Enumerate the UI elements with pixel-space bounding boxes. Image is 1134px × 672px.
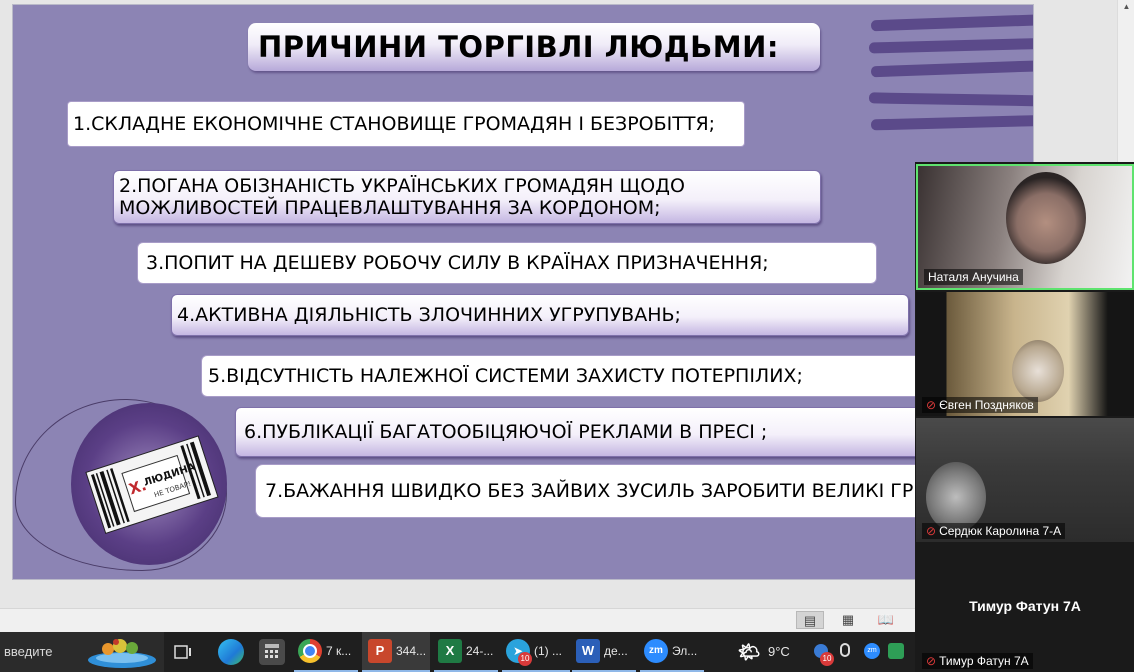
participant-name: ⊘ Євген Поздняков xyxy=(922,397,1038,413)
app-label: Эл... xyxy=(672,644,698,658)
video-tile[interactable]: Наталя Анучина xyxy=(916,164,1134,290)
slide-sorter-icon[interactable]: ▦ xyxy=(834,611,862,629)
reading-view-icon[interactable]: 📖 xyxy=(872,611,900,629)
search-highlight-icon xyxy=(88,639,156,668)
cause-text: 4.АКТИВНА ДІЯЛЬНІСТЬ ЗЛОЧИННИХ УГРУПУВАН… xyxy=(177,304,681,326)
cause-text-line2: МОЖЛИВОСТЕЙ ПРАЦЕВЛАШТУВАННЯ ЗА КОРДОНОМ… xyxy=(119,197,661,219)
cause-item-3: 3.ПОПИТ НА ДЕШЕВУ РОБОЧУ СИЛУ В КРАЇНАХ … xyxy=(137,242,877,284)
cause-text: 6.ПУБЛІКАЦІЇ БАГАТООБІЦЯЮЧОЇ РЕКЛАМИ В П… xyxy=(244,421,768,443)
notification-badge: 10 xyxy=(518,652,532,666)
microphone-icon[interactable] xyxy=(840,643,850,657)
barcode-logo-icon: Х. ЛЮДИНА НЕ ТОВАР! xyxy=(85,435,219,534)
cause-item-5: 5.ВІДСУТНІСТЬ НАЛЕЖНОЇ СИСТЕМИ ЗАХИСТУ П… xyxy=(201,355,941,397)
cause-text-line1: 2.ПОГАНА ОБІЗНАНІСТЬ УКРАЇНСЬКИХ ГРОМАДЯ… xyxy=(119,175,685,197)
excel-icon: X xyxy=(438,639,462,663)
scroll-up-icon[interactable]: ▲ xyxy=(1118,0,1134,14)
cause-text: 7.БАЖАННЯ ШВИДКО БЕЗ ЗАЙВИХ ЗУСИЛЬ ЗАРОБ… xyxy=(265,480,914,502)
decor-stripe xyxy=(868,37,1033,54)
cause-text: 1.СКЛАДНЕ ЕКОНОМІЧНЕ СТАНОВИЩЕ ГРОМАДЯН … xyxy=(73,113,716,135)
taskbar-app-excel[interactable]: X 24-... xyxy=(434,632,498,672)
video-tile[interactable]: ⊘ Сердюк Каролина 7-А xyxy=(916,418,1134,542)
word-icon: W xyxy=(576,639,600,663)
slide-title: ПРИЧИНИ ТОРГІВЛІ ЛЮДЬМИ: xyxy=(258,30,779,64)
muted-mic-icon: ⊘ xyxy=(926,654,937,668)
tray-badge: 10 xyxy=(820,652,834,666)
cause-item-1: 1.СКЛАДНЕ ЕКОНОМІЧНЕ СТАНОВИЩЕ ГРОМАДЯН … xyxy=(67,101,745,147)
participant-name: ⊘ Сердюк Каролина 7-А xyxy=(922,523,1066,539)
chrome-icon xyxy=(298,639,322,663)
task-view-icon[interactable] xyxy=(170,639,196,665)
cause-item-4: 4.АКТИВНА ДІЯЛЬНІСТЬ ЗЛОЧИННИХ УГРУПУВАН… xyxy=(171,294,909,336)
app-label: де... xyxy=(604,644,628,658)
participant-video xyxy=(926,462,986,532)
cause-item-7: 7.БАЖАННЯ ШВИДКО БЕЗ ЗАЙВИХ ЗУСИЛЬ ЗАРОБ… xyxy=(255,464,975,518)
decor-stripe xyxy=(870,114,1033,131)
edge-icon[interactable] xyxy=(218,639,244,665)
app-label: 24-... xyxy=(466,644,494,658)
status-bar xyxy=(0,608,916,633)
taskbar-app-powerpoint[interactable]: P 344... xyxy=(362,632,430,672)
app-label: 7 к... xyxy=(326,644,352,658)
taskbar-app-zoom[interactable]: zm Эл... xyxy=(640,632,704,672)
video-tile[interactable]: Тимур Фатун 7А ⊘ Тимур Фатун 7А xyxy=(916,544,1134,672)
zoom-icon: zm xyxy=(644,639,668,663)
weather-icon[interactable]: 🌤 xyxy=(736,639,762,665)
cause-text: 3.ПОПИТ НА ДЕШЕВУ РОБОЧУ СИЛУ В КРАЇНАХ … xyxy=(146,252,769,274)
muted-mic-icon: ⊘ xyxy=(926,524,937,538)
slide[interactable]: ПРИЧИНИ ТОРГІВЛІ ЛЮДЬМИ: 1.СКЛАДНЕ ЕКОНО… xyxy=(12,4,1034,580)
cause-text: 5.ВІДСУТНІСТЬ НАЛЕЖНОЇ СИСТЕМИ ЗАХИСТУ П… xyxy=(208,365,803,387)
participant-video xyxy=(1012,340,1064,402)
taskbar-app-word[interactable]: W де... xyxy=(572,632,636,672)
normal-view-icon[interactable]: ▤ xyxy=(796,611,824,629)
cause-item-2: 2.ПОГАНА ОБІЗНАНІСТЬ УКРАЇНСЬКИХ ГРОМАДЯ… xyxy=(113,170,821,224)
app-label: 344... xyxy=(396,644,427,658)
participant-center-name: Тимур Фатун 7А xyxy=(969,598,1081,614)
calculator-icon[interactable] xyxy=(259,639,285,665)
taskbar-search[interactable]: введите xyxy=(0,632,164,672)
decor-stripe xyxy=(870,13,1033,32)
windows-taskbar: введите 7 к... P 344... X 24-... ➤ 10 (1… xyxy=(0,632,915,672)
taskbar-app-chrome[interactable]: 7 к... xyxy=(294,632,358,672)
cause-item-6: 6.ПУБЛІКАЦІЇ БАГАТООБІЦЯЮЧОЇ РЕКЛАМИ В П… xyxy=(235,407,975,457)
zoom-tray-icon[interactable]: zm xyxy=(864,643,880,659)
participant-name: Наталя Анучина xyxy=(924,269,1023,285)
decor-stripe xyxy=(870,59,1033,78)
tray-green-app-icon[interactable] xyxy=(888,643,904,659)
taskbar-app-telegram[interactable]: ➤ 10 (1) ... xyxy=(502,632,570,672)
video-tile[interactable]: ⊘ Євген Поздняков xyxy=(916,292,1134,416)
weather-temperature[interactable]: 9°C xyxy=(768,644,790,659)
app-label: (1) ... xyxy=(534,644,563,658)
search-placeholder: введите xyxy=(4,644,53,659)
muted-mic-icon: ⊘ xyxy=(926,398,937,412)
participant-name: ⊘ Тимур Фатун 7А xyxy=(922,653,1033,669)
powerpoint-icon: P xyxy=(368,639,392,663)
decor-stripe xyxy=(868,92,1033,107)
slide-title-box: ПРИЧИНИ ТОРГІВЛІ ЛЮДЬМИ: xyxy=(248,23,820,71)
participant-video xyxy=(1006,172,1086,264)
